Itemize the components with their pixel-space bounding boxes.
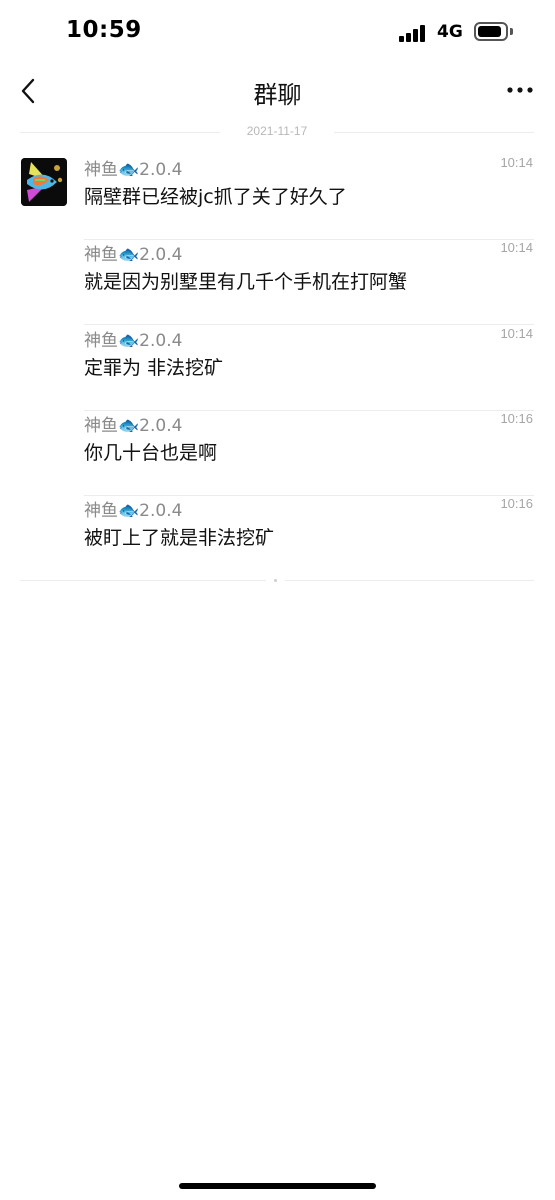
network-type-label: 4G (437, 22, 463, 42)
message-time: 10:16 (500, 411, 533, 426)
battery-icon (474, 22, 508, 41)
status-time: 10:59 (66, 17, 142, 43)
more-dots-icon (507, 87, 533, 93)
page-title: 群聊 (253, 81, 302, 109)
message-item[interactable]: 神鱼🐟2.0.4 10:14 定罪为 非法挖矿 (84, 326, 534, 411)
home-indicator[interactable] (179, 1183, 376, 1189)
message-time: 10:16 (500, 496, 533, 511)
message-text: 被盯上了就是非法挖矿 (84, 527, 275, 549)
message-text: 你几十台也是啊 (84, 442, 218, 464)
battery-tip (510, 28, 513, 35)
sender-name: 神鱼🐟2.0.4 (84, 160, 183, 180)
more-button[interactable] (503, 78, 537, 102)
sender-name: 神鱼🐟2.0.4 (84, 501, 183, 521)
date-label: 2021-11-17 (246, 124, 308, 138)
message-time: 10:14 (500, 326, 533, 341)
message-item[interactable]: 神鱼🐟2.0.4 10:14 就是因为别墅里有几千个手机在打阿蟹 (84, 240, 534, 325)
message-item[interactable]: 神鱼🐟2.0.4 10:14 隔壁群已经被jc抓了关了好久了 (84, 155, 534, 240)
message-text: 隔壁群已经被jc抓了关了好久了 (84, 186, 347, 208)
battery-fill (478, 26, 502, 37)
message-time: 10:14 (500, 240, 533, 255)
avatar[interactable] (21, 158, 67, 206)
message-item[interactable]: 神鱼🐟2.0.4 10:16 你几十台也是啊 (84, 411, 534, 496)
end-dot (274, 579, 277, 582)
sender-name: 神鱼🐟2.0.4 (84, 245, 183, 265)
message-text: 就是因为别墅里有几千个手机在打阿蟹 (84, 271, 408, 293)
sender-name: 神鱼🐟2.0.4 (84, 416, 183, 436)
list-end-divider (20, 579, 534, 582)
angelfish-avatar-icon (21, 158, 67, 206)
message-divider (84, 324, 534, 325)
sender-name: 神鱼🐟2.0.4 (84, 331, 183, 351)
message-item[interactable]: 神鱼🐟2.0.4 10:16 被盯上了就是非法挖矿 (84, 496, 534, 581)
nav-bar: 群聊 (0, 66, 555, 116)
date-divider: 2021-11-17 (20, 122, 534, 142)
message-text: 定罪为 非法挖矿 (84, 357, 224, 379)
signal-strength-icon (399, 24, 429, 42)
status-bar: 10:59 4G (0, 0, 555, 66)
message-time: 10:14 (500, 155, 533, 170)
